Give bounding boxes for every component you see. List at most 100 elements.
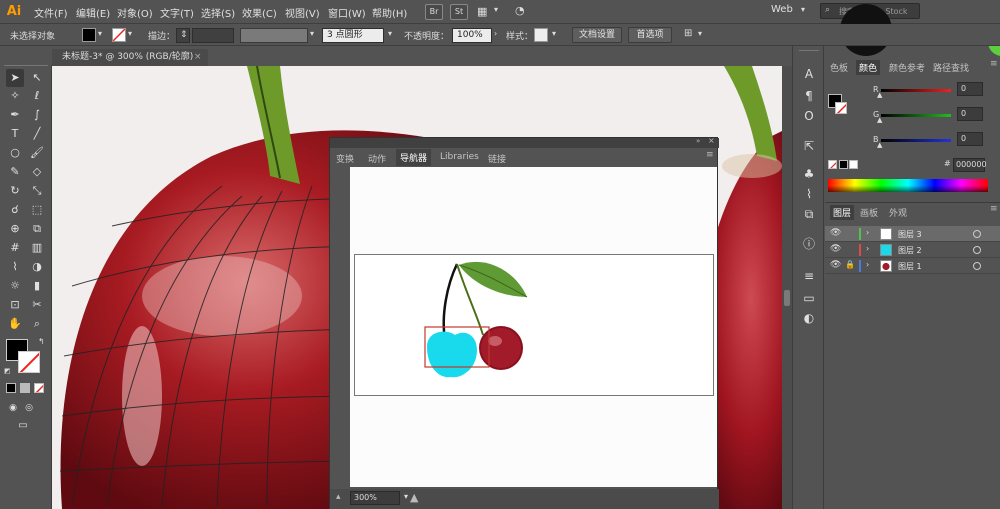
line-icon[interactable]: ╱ xyxy=(28,125,46,143)
green-value-input[interactable]: 0 xyxy=(957,107,983,121)
visibility-eye-icon[interactable]: 👁 xyxy=(830,244,841,254)
panel-menu-icon[interactable]: ≡ xyxy=(706,150,714,160)
artboard-icon[interactable]: ⊡ xyxy=(6,296,24,314)
navigator-thumbnail[interactable] xyxy=(354,254,714,396)
selection-icon[interactable]: ➤ xyxy=(6,69,24,87)
paintbrush-icon[interactable]: 🖌 xyxy=(28,144,46,162)
close-icon[interactable]: × xyxy=(194,49,202,66)
tab-color[interactable]: 颜色 xyxy=(856,60,881,75)
tab-artboards[interactable]: 画板 xyxy=(860,206,878,219)
paragraph-icon[interactable]: ¶ xyxy=(801,88,817,104)
lock-icon[interactable]: 🔒 xyxy=(845,260,855,269)
stock-button[interactable]: St xyxy=(450,4,468,20)
zoom-in-icon[interactable]: ▲ xyxy=(410,491,418,504)
chevron-down-icon[interactable]: ▾ xyxy=(698,29,702,38)
hex-color-input[interactable]: 000000 xyxy=(953,158,987,172)
red-value-input[interactable]: 0 xyxy=(957,82,983,96)
graph-icon[interactable]: ▮ xyxy=(28,277,46,295)
zoom-out-icon[interactable]: ▴ xyxy=(336,492,341,502)
pen-icon[interactable]: ✒ xyxy=(6,106,24,124)
arrange-documents-icon[interactable]: ▦ xyxy=(477,5,487,18)
lasso-icon[interactable]: ℓ xyxy=(28,87,46,105)
menu-file[interactable]: 文件(F) xyxy=(34,5,68,20)
color-mode-icon[interactable] xyxy=(6,383,16,393)
variable-width-profile[interactable] xyxy=(240,28,308,43)
layer-row[interactable]: 👁 🔒 › 图层 1 xyxy=(825,258,1000,274)
panel-menu-icon[interactable]: ≡ xyxy=(990,204,998,214)
layer-row[interactable]: 👁 › 图层 3 xyxy=(825,226,1000,242)
document-setup-button[interactable]: 文档设置 xyxy=(572,27,622,43)
curvature-icon[interactable]: ∫ xyxy=(28,106,46,124)
warp-icon[interactable]: ☌ xyxy=(6,201,24,219)
workspace-switcher[interactable]: Web xyxy=(771,4,793,15)
blend-icon[interactable]: ◑ xyxy=(28,258,46,276)
ellipse-icon[interactable]: ○ xyxy=(6,144,24,162)
chevron-down-icon[interactable]: ▾ xyxy=(801,5,805,14)
gradient-icon[interactable]: ▥ xyxy=(28,239,46,257)
panel-titlebar[interactable]: » × xyxy=(330,136,719,148)
shape-builder-icon[interactable]: ⊕ xyxy=(6,220,24,238)
menu-effect[interactable]: 效果(C) xyxy=(242,5,277,20)
layer-name[interactable]: 图层 2 xyxy=(898,245,922,256)
dock-grip[interactable] xyxy=(799,50,819,53)
stroke-color-box[interactable] xyxy=(18,351,40,373)
scrollbar-thumb[interactable] xyxy=(784,290,790,306)
rotate-icon[interactable]: ↻ xyxy=(6,182,24,200)
target-circle-icon[interactable] xyxy=(973,262,981,270)
draw-behind-icon[interactable]: ◎ xyxy=(20,399,38,417)
menu-help[interactable]: 帮助(H) xyxy=(372,5,407,20)
expand-arrow-icon[interactable]: › xyxy=(866,228,869,237)
panel-menu-icon[interactable]: ≡ xyxy=(990,59,998,69)
tab-navigator[interactable]: 导航器 xyxy=(396,149,432,166)
slice-icon[interactable]: ✂ xyxy=(28,296,46,314)
target-circle-icon[interactable] xyxy=(973,230,981,238)
layer-name[interactable]: 图层 1 xyxy=(898,261,922,272)
tab-appearance[interactable]: 外观 xyxy=(889,206,907,219)
eyedropper-icon[interactable]: ⌇ xyxy=(6,258,24,276)
menu-select[interactable]: 选择(S) xyxy=(201,5,235,20)
blue-slider-handle[interactable]: ▲ xyxy=(877,141,882,149)
chevron-down-icon[interactable]: ▾ xyxy=(552,29,556,38)
align-icon[interactable]: ≡ xyxy=(801,268,817,284)
asset-export-icon[interactable]: ⇱ xyxy=(801,138,817,154)
opacity-input[interactable]: 100% xyxy=(452,28,492,43)
black-swatch[interactable] xyxy=(839,160,848,169)
transparency-icon[interactable]: ◐ xyxy=(801,310,817,326)
menu-object[interactable]: 对象(O) xyxy=(117,5,153,20)
blue-slider[interactable] xyxy=(881,139,951,142)
brush-definition[interactable]: 3 点圆形 xyxy=(322,28,384,43)
gpu-performance-icon[interactable]: ◔ xyxy=(515,4,525,17)
collapse-icon[interactable]: » xyxy=(696,137,700,145)
chevron-down-icon[interactable]: ▾ xyxy=(494,5,498,14)
tab-layers[interactable]: 图层 xyxy=(830,205,855,220)
menu-window[interactable]: 窗口(W) xyxy=(328,5,366,20)
mesh-icon[interactable]: # xyxy=(6,239,24,257)
document-tab[interactable]: 未标题-3* @ 300% (RGB/轮廓) × xyxy=(52,49,208,66)
navigator-zoom-input[interactable]: 300% xyxy=(350,491,400,505)
symbols-icon[interactable]: ♣ xyxy=(801,166,817,182)
eraser-icon[interactable]: ◇ xyxy=(28,163,46,181)
visibility-eye-icon[interactable]: 👁 xyxy=(830,228,841,238)
green-slider-handle[interactable]: ▲ xyxy=(877,116,882,124)
fill-swatch[interactable] xyxy=(82,28,96,42)
opentype-icon[interactable]: O xyxy=(801,108,817,124)
screen-mode-icon[interactable]: ▭ xyxy=(14,417,32,435)
arrange-icon[interactable]: ⊞ xyxy=(684,28,692,39)
white-swatch[interactable] xyxy=(849,160,858,169)
perspective-icon[interactable]: ⧉ xyxy=(28,220,46,238)
tab-pathfinder[interactable]: 路径查找 xyxy=(933,61,969,74)
none-swatch[interactable] xyxy=(828,160,837,169)
chevron-down-icon[interactable]: ▾ xyxy=(404,492,408,501)
chevron-down-icon[interactable]: ▾ xyxy=(310,29,314,38)
visibility-eye-icon[interactable]: 👁 xyxy=(830,260,841,270)
brushes-icon[interactable]: ⌇ xyxy=(801,186,817,202)
expand-arrow-icon[interactable]: › xyxy=(866,260,869,269)
direct-selection-icon[interactable]: ↖ xyxy=(28,69,46,87)
info-icon[interactable]: ⓘ xyxy=(801,236,817,252)
tab-libraries[interactable]: Libraries xyxy=(440,152,479,162)
symbol-sprayer-icon[interactable]: ☼ xyxy=(6,277,24,295)
character-icon[interactable]: A xyxy=(801,66,817,82)
expand-arrow-icon[interactable]: › xyxy=(866,244,869,253)
navigator-preview[interactable] xyxy=(350,167,717,487)
chevron-down-icon[interactable]: ▾ xyxy=(98,29,102,38)
